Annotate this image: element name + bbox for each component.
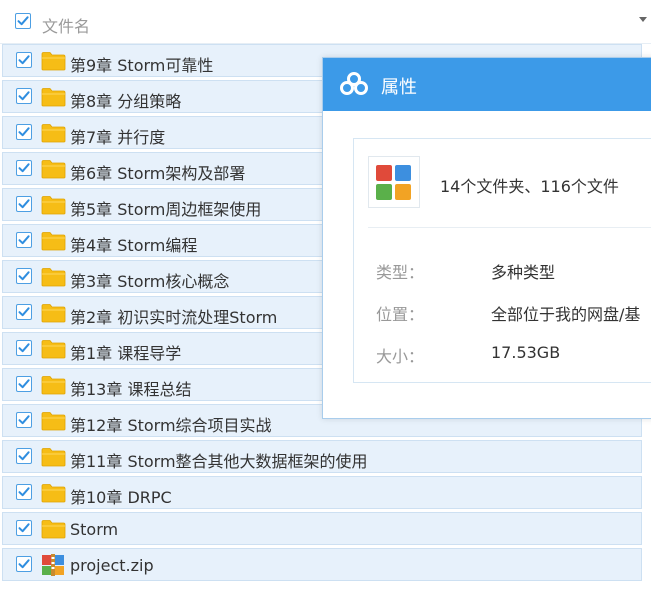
multi-type-icon [368, 156, 420, 208]
file-name[interactable]: project.zip [70, 556, 154, 575]
row-checkbox[interactable] [16, 376, 32, 392]
file-name[interactable]: Storm [70, 520, 118, 539]
row-checkbox[interactable] [16, 160, 32, 176]
file-name[interactable]: 第12章 Storm综合项目实战 [70, 412, 272, 436]
dropdown-arrow-icon[interactable] [639, 17, 647, 22]
folder-icon [41, 52, 66, 71]
checkbox-checked-icon [18, 343, 30, 353]
file-row[interactable]: 第11章 Storm整合其他大数据框架的使用 [2, 440, 642, 473]
file-name[interactable]: 第7章 并行度 [70, 124, 165, 148]
row-checkbox[interactable] [16, 412, 32, 428]
file-name[interactable]: 第1章 课程导学 [70, 340, 181, 364]
file-row[interactable]: Storm [2, 512, 642, 545]
row-checkbox[interactable] [16, 520, 32, 536]
checkbox-checked-icon [17, 16, 29, 26]
checkbox-checked-icon [18, 235, 30, 245]
folder-icon [41, 340, 66, 359]
file-row[interactable]: project.zip [2, 548, 642, 581]
cloud-icon [340, 72, 368, 95]
row-checkbox[interactable] [16, 340, 32, 356]
folder-icon [41, 448, 66, 467]
folder-icon [41, 520, 66, 539]
size-value: 17.53GB [491, 343, 561, 362]
folder-icon [41, 412, 66, 431]
type-label: 类型： [376, 263, 425, 282]
checkbox-checked-icon [18, 451, 30, 461]
dialog-title: 属性 [381, 77, 417, 98]
folder-icon [41, 196, 66, 215]
checkbox-checked-icon [18, 523, 30, 533]
location-label: 位置： [376, 305, 425, 324]
folder-icon [41, 232, 66, 251]
row-checkbox[interactable] [16, 484, 32, 500]
row-checkbox[interactable] [16, 556, 32, 572]
checkbox-checked-icon [18, 127, 30, 137]
file-name[interactable]: 第5章 Storm周边框架使用 [70, 196, 261, 220]
file-name[interactable]: 第3章 Storm核心概念 [70, 268, 229, 292]
checkbox-checked-icon [18, 415, 30, 425]
row-checkbox[interactable] [16, 268, 32, 284]
size-label: 大小： [376, 347, 425, 366]
checkbox-checked-icon [18, 271, 30, 281]
checkbox-checked-icon [18, 559, 30, 569]
row-checkbox[interactable] [16, 88, 32, 104]
zip-archive-icon [42, 554, 64, 576]
row-checkbox[interactable] [16, 232, 32, 248]
file-name[interactable]: 第2章 初识实时流处理Storm [70, 304, 277, 328]
type-value: 多种类型 [491, 263, 556, 282]
folder-icon [41, 268, 66, 287]
row-checkbox[interactable] [16, 448, 32, 464]
selection-summary: 14个文件夹、116个文件 [440, 177, 619, 196]
checkbox-checked-icon [18, 199, 30, 209]
row-checkbox[interactable] [16, 52, 32, 68]
folder-icon [41, 376, 66, 395]
folder-icon [41, 88, 66, 107]
checkbox-checked-icon [18, 55, 30, 65]
checkbox-checked-icon [18, 487, 30, 497]
properties-card: 14个文件夹、116个文件 类型： 多种类型 位置： 全部位于我的网盘/基 大小… [353, 138, 651, 383]
file-name[interactable]: 第6章 Storm架构及部署 [70, 160, 245, 184]
checkbox-checked-icon [18, 379, 30, 389]
file-row[interactable]: 第10章 DRPC [2, 476, 642, 509]
folder-icon [41, 160, 66, 179]
file-name[interactable]: 第8章 分组策略 [70, 88, 181, 112]
file-name[interactable]: 第13章 课程总结 [70, 376, 191, 400]
column-header-filename[interactable]: 文件名 [42, 13, 90, 37]
location-value[interactable]: 全部位于我的网盘/基 [491, 301, 640, 325]
file-name[interactable]: 第10章 DRPC [70, 484, 172, 508]
file-name[interactable]: 第11章 Storm整合其他大数据框架的使用 [70, 448, 368, 472]
folder-icon [41, 304, 66, 323]
checkbox-checked-icon [18, 307, 30, 317]
file-list-header: 文件名 [0, 0, 651, 44]
folder-icon [41, 484, 66, 503]
file-name[interactable]: 第4章 Storm编程 [70, 232, 197, 256]
checkbox-checked-icon [18, 163, 30, 173]
properties-dialog: 属性 14个文件夹、116个文件 类型： 多种类型 位置： 全部位于我的网盘/基… [322, 57, 651, 419]
select-all-checkbox[interactable] [15, 13, 31, 29]
folder-icon [41, 124, 66, 143]
file-name[interactable]: 第9章 Storm可靠性 [70, 52, 213, 76]
row-checkbox[interactable] [16, 304, 32, 320]
row-checkbox[interactable] [16, 124, 32, 140]
row-checkbox[interactable] [16, 196, 32, 212]
dialog-title-bar[interactable]: 属性 [323, 58, 651, 111]
checkbox-checked-icon [18, 91, 30, 101]
divider [368, 227, 651, 228]
